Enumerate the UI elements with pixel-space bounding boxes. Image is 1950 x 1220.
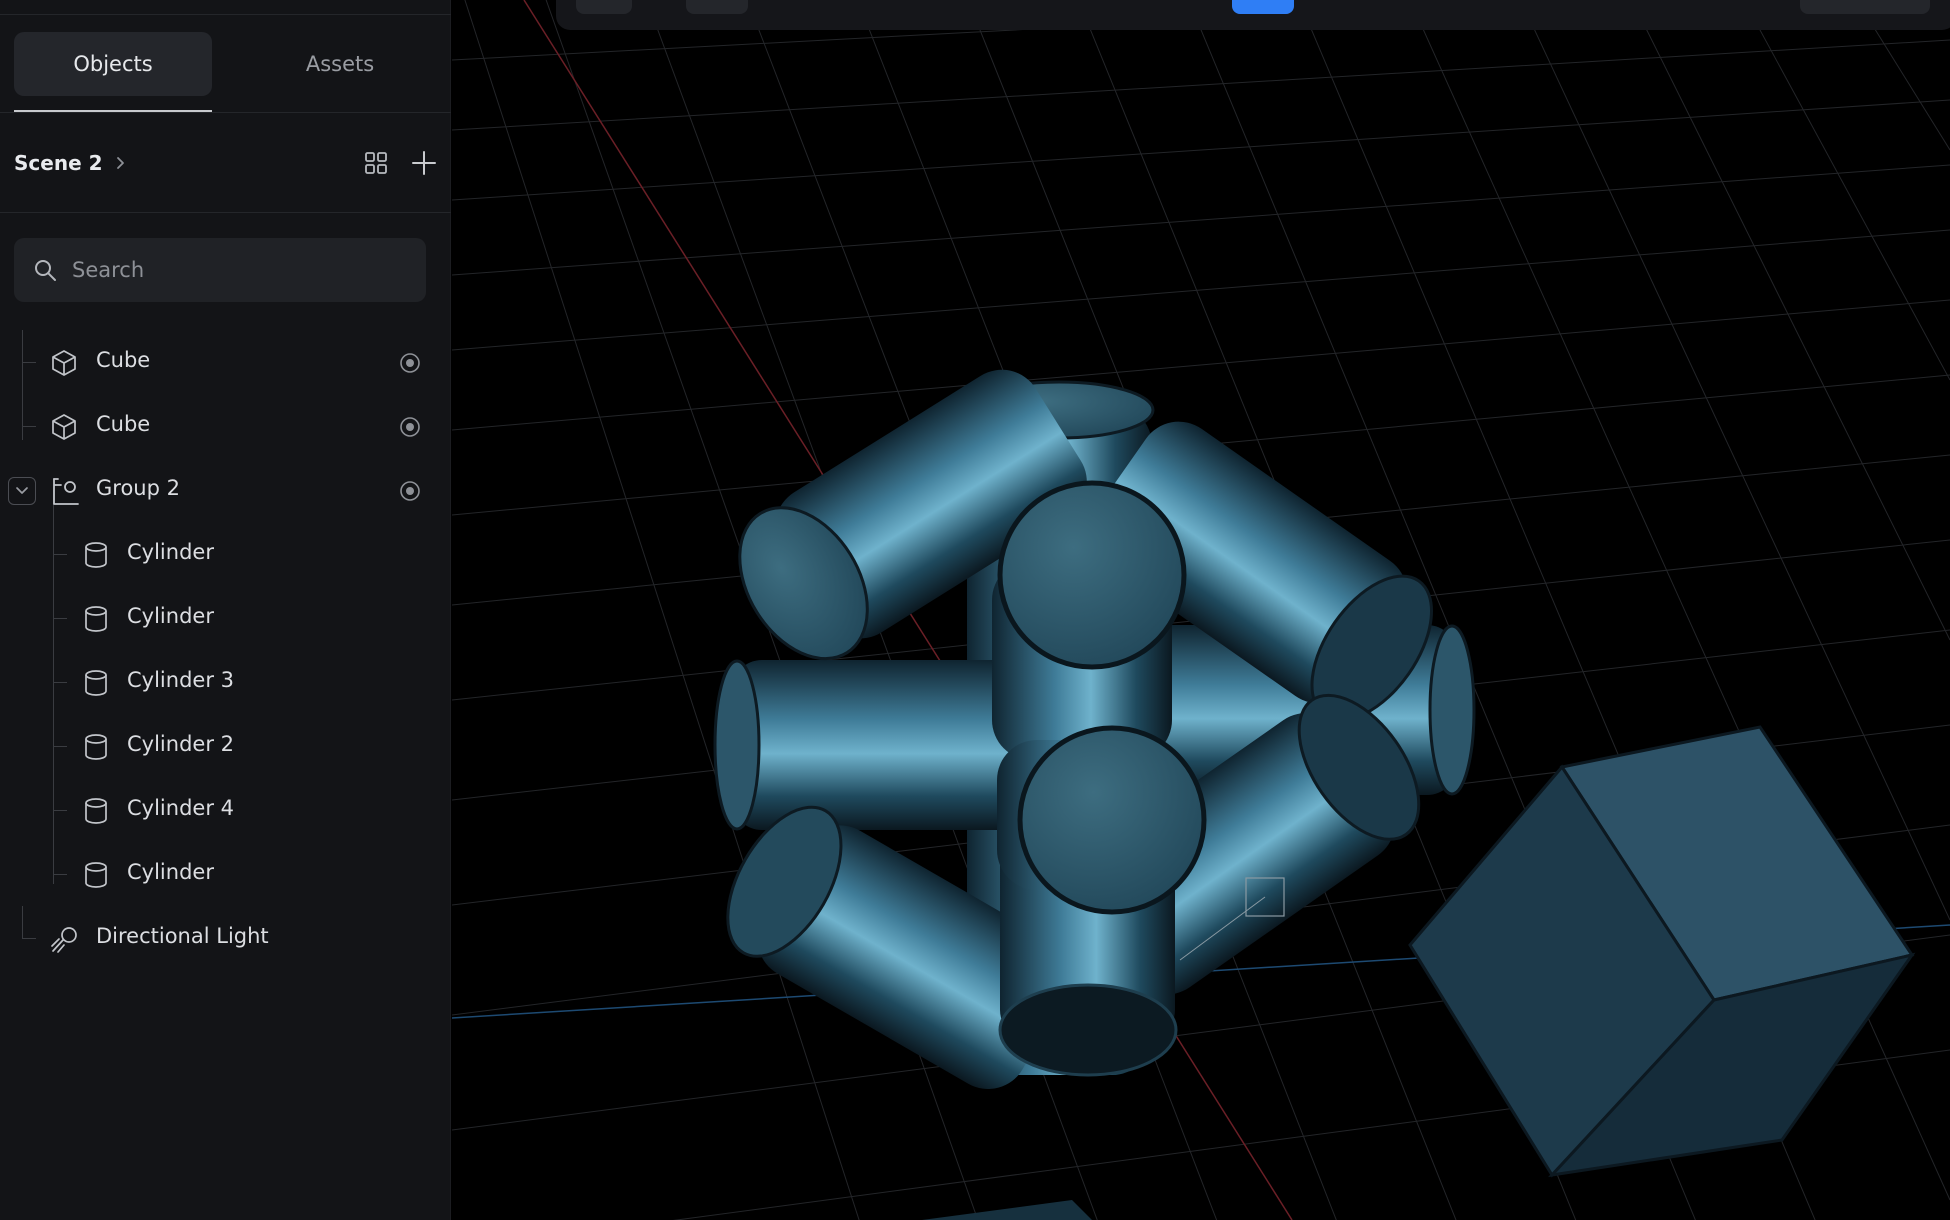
visibility-toggle-icon[interactable] [399, 416, 421, 438]
search-input[interactable] [72, 258, 392, 282]
divider [0, 112, 451, 113]
search-icon [32, 257, 58, 283]
tree-item[interactable]: Cylinder 3 [0, 650, 451, 714]
divider [0, 212, 451, 213]
cylinder-icon [82, 861, 110, 889]
objects-panel: Objects Assets Scene 2 Search Cube Cube … [0, 0, 451, 1220]
tree-item[interactable]: Cube [0, 394, 451, 458]
panel-tabs: Objects Assets [14, 32, 438, 112]
cylinder-icon [82, 797, 110, 825]
tree-item[interactable]: Cylinder [0, 586, 451, 650]
tree-item[interactable]: Cylinder 4 [0, 778, 451, 842]
scene-title[interactable]: Scene 2 [14, 151, 103, 175]
visibility-toggle-icon[interactable] [399, 352, 421, 374]
tree-item[interactable]: Directional Light [0, 906, 451, 970]
grid-view-icon[interactable] [362, 149, 390, 177]
tree-item[interactable]: Cylinder [0, 522, 451, 586]
collapse-toggle[interactable] [8, 477, 36, 505]
tree-item-label: Cylinder 2 [127, 732, 234, 756]
tree-item-label: Cube [96, 412, 151, 436]
tab-assets[interactable]: Assets [242, 32, 438, 96]
chevron-right-icon[interactable] [115, 156, 129, 170]
scene-header: Scene 2 [14, 140, 438, 186]
object-tree: Cube Cube Group 2 Cylinder Cylinder Cyli… [0, 330, 451, 970]
directional-light-icon [50, 925, 78, 953]
scene-actions [362, 140, 438, 186]
search-field[interactable] [14, 238, 426, 302]
tree-item-label: Group 2 [96, 476, 180, 500]
tree-item[interactable]: Cube [0, 330, 451, 394]
cube-object[interactable] [1408, 725, 1916, 1178]
tree-item-label: Cylinder [127, 604, 214, 628]
tree-item-label: Cylinder 3 [127, 668, 234, 692]
cylinder-icon [82, 669, 110, 697]
cube-icon [50, 413, 78, 441]
visibility-toggle-icon[interactable] [399, 480, 421, 502]
add-icon[interactable] [410, 149, 438, 177]
divider [0, 14, 451, 15]
tree-item-label: Cube [96, 348, 151, 372]
partial-object [922, 1200, 1092, 1220]
scene-canvas[interactable] [452, 0, 1950, 1220]
tree-item-label: Directional Light [96, 924, 269, 948]
tree-item-group[interactable]: Group 2 [0, 458, 451, 522]
group-icon [50, 477, 79, 505]
3d-viewport[interactable] [452, 0, 1950, 1220]
tree-item-label: Cylinder [127, 860, 214, 884]
chevron-down-icon [15, 486, 29, 496]
toolbar-button[interactable] [576, 0, 632, 14]
toolbar-button[interactable] [686, 0, 748, 14]
toolbar-button[interactable] [1800, 0, 1930, 14]
tab-objects[interactable]: Objects [14, 32, 212, 96]
tree-item[interactable]: Cylinder [0, 842, 451, 906]
viewport-toolbar [556, 0, 1950, 30]
cylinder-icon [82, 605, 110, 633]
cube-icon [50, 349, 78, 377]
tree-item[interactable]: Cylinder 2 [0, 714, 451, 778]
cylinder-icon [82, 541, 110, 569]
cylinder-icon [82, 733, 110, 761]
tree-item-label: Cylinder [127, 540, 214, 564]
tree-item-label: Cylinder 4 [127, 796, 234, 820]
toolbar-active-button[interactable] [1232, 0, 1294, 14]
